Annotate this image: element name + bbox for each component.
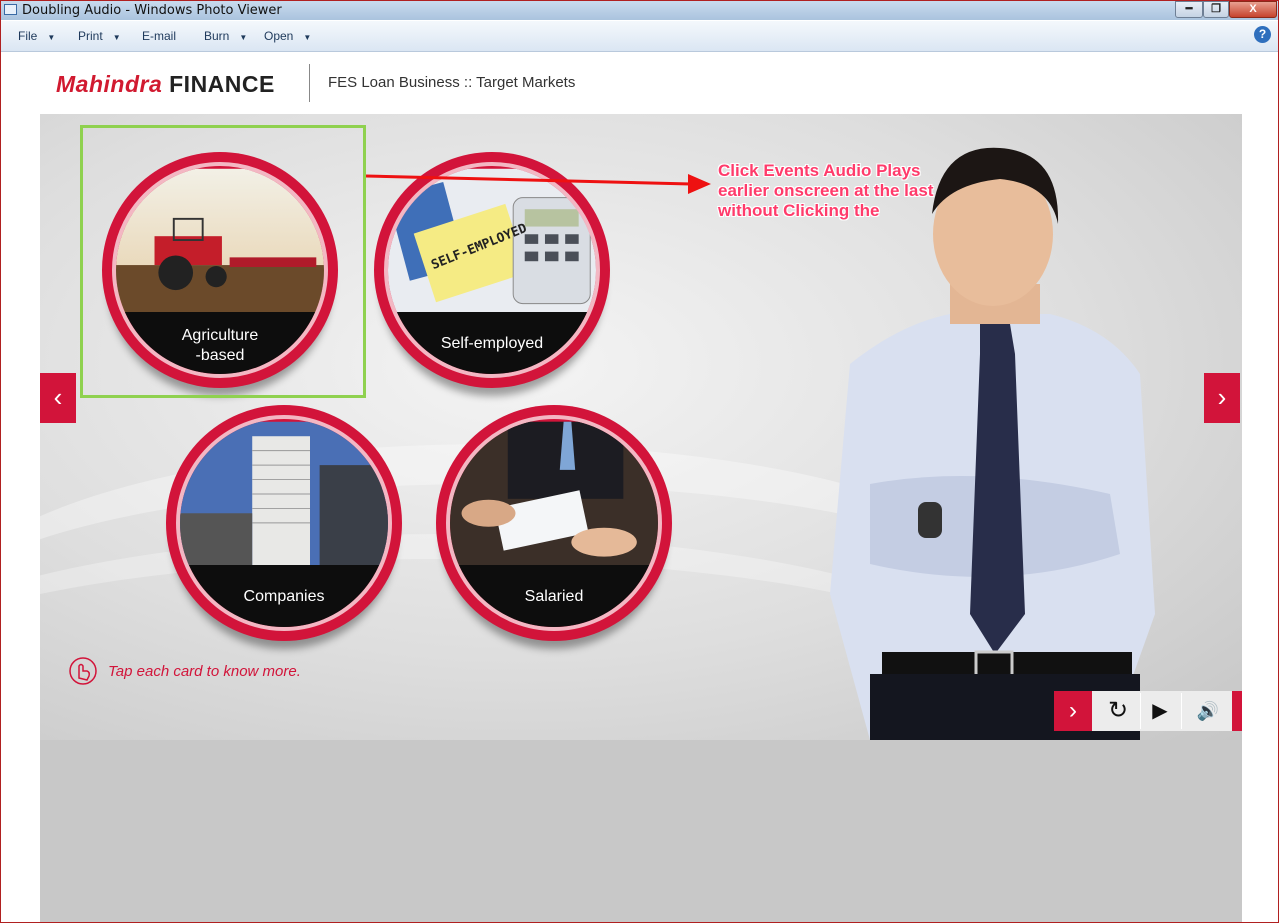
menu-burn-label: Burn (204, 29, 230, 43)
card-companies[interactable]: Companies (166, 405, 402, 641)
photo-viewer-window: Doubling Audio - Windows Photo Viewer ━ … (0, 0, 1279, 923)
page-title: FES Loan Business :: Target Markets (328, 74, 576, 91)
card-salaried-label: Salaried (450, 565, 658, 627)
businessman-image (830, 147, 1155, 740)
app-icon (4, 4, 17, 15)
annotation-arrow (366, 174, 711, 194)
card-companies-inner: Companies (176, 415, 392, 631)
menu-print-label: Print (78, 29, 103, 43)
menu-email-label: E-mail (142, 29, 177, 43)
chevron-down-icon: ▼ (47, 33, 56, 42)
tap-hint: Tap each card to know more. (68, 656, 368, 686)
tap-hint-text: Tap each card to know more. (108, 663, 301, 680)
minimize-button[interactable]: ━ (1175, 1, 1203, 18)
menu-file-label: File (18, 29, 38, 43)
close-button[interactable]: X (1229, 1, 1277, 18)
window-title: Doubling Audio - Windows Photo Viewer (22, 3, 282, 18)
building-image (180, 421, 388, 567)
slide-header: Mahindra FINANCE FES Loan Business :: Ta… (40, 52, 1242, 114)
chevron-down-icon: ▼ (112, 33, 121, 42)
controls-edge (1232, 691, 1242, 731)
next-button[interactable]: › (1054, 691, 1092, 731)
card-salaried-inner: Salaried (446, 415, 662, 631)
card-self-employed-label: Self-employed (388, 312, 596, 374)
menu-print[interactable]: Print ▼ (78, 29, 121, 43)
logo-finance: FINANCE (169, 71, 275, 97)
menu-bar: File ▼ Print ▼ E-mail Burn ▼ Open ▼ ? (1, 21, 1278, 52)
play-icon[interactable]: ▶ (1142, 691, 1178, 731)
player-controls: › ↻ ▶ 🔊 (1054, 691, 1242, 731)
mahindra-finance-logo: Mahindra FINANCE (56, 71, 275, 98)
slide-canvas: Mahindra FINANCE FES Loan Business :: Ta… (40, 52, 1242, 922)
title-bar: Doubling Audio - Windows Photo Viewer ━ … (1, 1, 1278, 20)
volume-icon[interactable]: 🔊 (1184, 691, 1232, 731)
help-icon[interactable]: ? (1254, 26, 1271, 43)
menu-burn[interactable]: Burn ▼ (204, 29, 247, 43)
maximize-button[interactable]: ❐ (1203, 1, 1229, 18)
header-divider (309, 64, 310, 102)
control-divider (1181, 693, 1182, 729)
menu-file[interactable]: File ▼ (18, 29, 55, 43)
next-slide-button[interactable]: › (1204, 373, 1240, 423)
slide-stage: Agriculture -based SELF-EMPLOYED Self-em… (40, 114, 1242, 740)
cheque-handover-image (450, 421, 658, 567)
replay-icon[interactable]: ↻ (1098, 691, 1138, 731)
menu-email[interactable]: E-mail (142, 29, 176, 43)
card-companies-label: Companies (180, 565, 388, 627)
card-salaried[interactable]: Salaried (436, 405, 672, 641)
selection-highlight (80, 125, 366, 398)
menu-open-label: Open (264, 29, 294, 43)
hand-tap-icon (69, 657, 97, 685)
control-divider (1140, 693, 1141, 729)
logo-mahindra: Mahindra (56, 71, 163, 97)
chevron-down-icon: ▼ (303, 33, 312, 42)
menu-open[interactable]: Open ▼ (264, 29, 311, 43)
prev-slide-button[interactable]: ‹ (40, 373, 76, 423)
chevron-down-icon: ▼ (239, 33, 248, 42)
